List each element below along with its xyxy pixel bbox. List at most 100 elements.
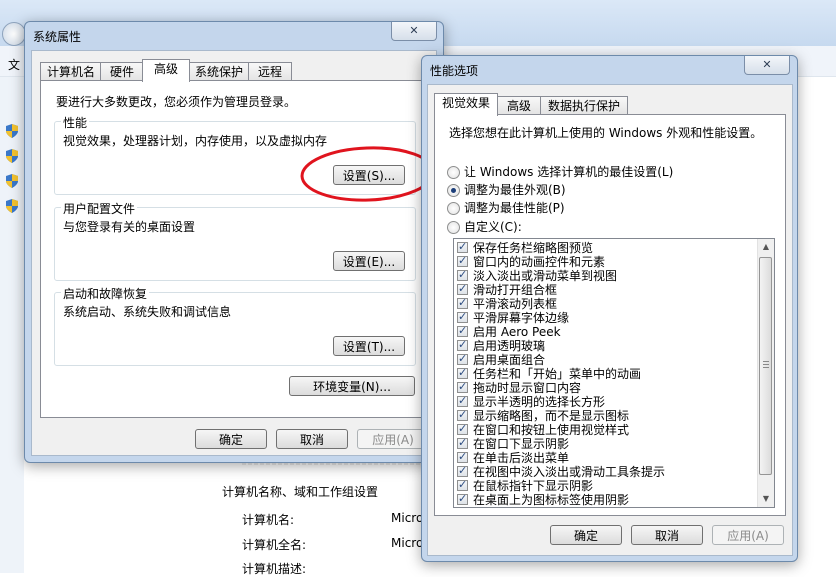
tab-hardware[interactable]: 硬件 [100, 62, 144, 81]
checklist-scrollbar[interactable]: ▲ ▼ [757, 239, 774, 507]
tab-visual-effects[interactable]: 视觉效果 [434, 93, 498, 116]
radio-button[interactable] [447, 184, 460, 197]
uac-shield-icon [6, 124, 18, 138]
visual-effects-checklist[interactable]: 保存任务栏缩略图预览窗口内的动画控件和元素淡入淡出或滑动菜单到视图滑动打开组合框… [453, 238, 775, 508]
dialog-body: 视觉效果 高级 数据执行保护 选择您想在此计算机上使用的 Windows 外观和… [427, 84, 793, 556]
checklist-item-label: 平滑滚动列表框 [473, 297, 558, 311]
computer-name-label: 计算机名: [242, 513, 295, 527]
checkbox[interactable] [457, 282, 468, 296]
tab-strip: 视觉效果 高级 数据执行保护 [434, 93, 784, 116]
checklist-item-label: 显示缩略图，而不是显示图标 [473, 409, 630, 423]
checkbox[interactable] [457, 310, 468, 324]
user-profiles-group: 用户配置文件 与您登录有关的桌面设置 设置(E)... [54, 200, 416, 281]
tab-system-protection[interactable]: 系统保护 [188, 62, 250, 81]
checklist-item-label: 在单击后淡出菜单 [473, 451, 570, 465]
dialog-title: 性能选项 [430, 64, 479, 78]
checklist-item-label: 保存任务栏缩略图预览 [473, 241, 594, 255]
group-title: 用户配置文件 [61, 200, 138, 217]
checklist-item-label: 拖动时显示窗口内容 [473, 381, 582, 395]
close-icon: ✕ [409, 24, 419, 37]
dialog-title: 系统属性 [33, 30, 82, 44]
group-title: 启动和故障恢复 [61, 285, 150, 302]
checkbox[interactable] [457, 268, 468, 282]
file-menu[interactable]: 文 [8, 56, 20, 73]
checkbox[interactable] [457, 436, 468, 450]
apply-button[interactable]: 应用(A) [712, 525, 784, 545]
uac-shield-icon [6, 149, 18, 163]
grip-icon [763, 361, 769, 369]
startup-recovery-group: 启动和故障恢复 系统启动、系统失败和调试信息 设置(T)... [54, 285, 416, 366]
checklist-item-label: 在桌面上为图标标签使用阴影 [473, 493, 630, 507]
group-description: 系统启动、系统失败和调试信息 [63, 305, 232, 319]
scroll-up-icon[interactable]: ▲ [758, 239, 774, 255]
red-highlight-ellipse [300, 146, 436, 202]
advanced-tab-panel: 要进行大多数更改，您必须作为管理员登录。 性能 视觉效果，处理器计划，内存使用，… [40, 80, 430, 418]
cancel-button[interactable]: 取消 [276, 429, 348, 449]
ok-button[interactable]: 确定 [550, 525, 622, 545]
user-profiles-settings-button[interactable]: 设置(E)... [333, 251, 405, 271]
checklist-item-label: 在视图中淡入淡出或滑动工具条提示 [473, 465, 666, 479]
checklist-item-label: 在鼠标指针下显示阴影 [473, 479, 594, 493]
checklist-item-label: 启用 Aero Peek [473, 325, 561, 339]
checkbox[interactable] [457, 380, 468, 394]
cancel-button[interactable]: 取消 [631, 525, 703, 545]
checkbox[interactable] [457, 254, 468, 268]
checklist-item-label: 在窗口下显示阴影 [473, 437, 570, 451]
radio-button[interactable] [447, 202, 460, 215]
full-name-value: Micro [391, 536, 424, 550]
visual-effects-tab-panel: 选择您想在此计算机上使用的 Windows 外观和性能设置。 让 Windows… [434, 114, 786, 516]
checkbox[interactable] [457, 492, 468, 506]
tab-advanced[interactable]: 高级 [142, 59, 190, 82]
group-title: 性能 [61, 114, 90, 131]
tab-remote[interactable]: 远程 [248, 62, 292, 81]
tab-computer-name[interactable]: 计算机名 [40, 62, 102, 81]
checkbox[interactable] [457, 394, 468, 408]
radio-button[interactable] [447, 166, 460, 179]
close-button[interactable]: ✕ [391, 22, 437, 41]
performance-options-dialog: 性能选项 ✕ 视觉效果 高级 数据执行保护 选择您想在此计算机上使用的 Wind… [421, 55, 798, 562]
uac-shield-icon [6, 199, 18, 213]
checklist-item-label: 平滑屏幕字体边缘 [473, 311, 570, 325]
uac-shield-icon [6, 174, 18, 188]
environment-variables-button[interactable]: 环境变量(N)... [289, 376, 415, 396]
checklist-item-label: 窗口内的动画控件和元素 [473, 255, 606, 269]
close-button[interactable]: ✕ [744, 56, 790, 75]
full-name-label: 计算机全名: [242, 538, 307, 552]
close-icon: ✕ [762, 58, 772, 71]
system-properties-dialog: 系统属性 ✕ 计算机名 硬件 高级 系统保护 远程 要进行大多数更改，您必须作为… [24, 21, 444, 463]
control-panel-sidebar [0, 77, 24, 573]
checkbox[interactable] [457, 422, 468, 436]
tab-strip: 计算机名 硬件 高级 系统保护 远程 [40, 59, 430, 82]
checklist-item-label: 启用桌面组合 [473, 353, 546, 367]
checklist-item-label: 任务栏和「开始」菜单中的动画 [473, 367, 642, 381]
scroll-down-icon[interactable]: ▼ [758, 491, 774, 507]
intro-text: 选择您想在此计算机上使用的 Windows 外观和性能设置。 [449, 126, 763, 140]
checklist-item-label: 显示半透明的选择长方形 [473, 395, 606, 409]
checkbox[interactable] [457, 366, 468, 380]
apply-button[interactable]: 应用(A) [357, 429, 429, 449]
dialog-body: 计算机名 硬件 高级 系统保护 远程 要进行大多数更改，您必须作为管理员登录。 … [31, 50, 437, 456]
checkbox[interactable] [457, 478, 468, 492]
group-description: 与您登录有关的桌面设置 [63, 220, 196, 234]
checkbox[interactable] [457, 338, 468, 352]
checkbox[interactable] [457, 408, 468, 422]
back-button[interactable] [2, 22, 26, 46]
checklist-item-label: 滑动打开组合框 [473, 283, 558, 297]
startup-recovery-settings-button[interactable]: 设置(T)... [333, 336, 405, 356]
checkbox[interactable] [457, 324, 468, 338]
tab-data-execution-prevention[interactable]: 数据执行保护 [540, 96, 628, 115]
checkbox[interactable] [457, 352, 468, 366]
checkbox[interactable] [457, 296, 468, 310]
checkbox[interactable] [457, 450, 468, 464]
tab-advanced[interactable]: 高级 [496, 96, 542, 115]
ok-button[interactable]: 确定 [195, 429, 267, 449]
checklist-item-label: 在窗口和按钮上使用视觉样式 [473, 423, 630, 437]
description-label: 计算机描述: [242, 562, 307, 576]
checklist-item-label: 启用透明玻璃 [473, 339, 546, 353]
scrollbar-thumb[interactable] [759, 257, 772, 475]
checklist-item-label: 淡入淡出或滑动菜单到视图 [473, 269, 618, 283]
checkbox[interactable] [457, 240, 468, 254]
checkbox[interactable] [457, 464, 468, 478]
radio-button[interactable] [447, 221, 460, 234]
computer-name-value: Micro [391, 511, 424, 525]
